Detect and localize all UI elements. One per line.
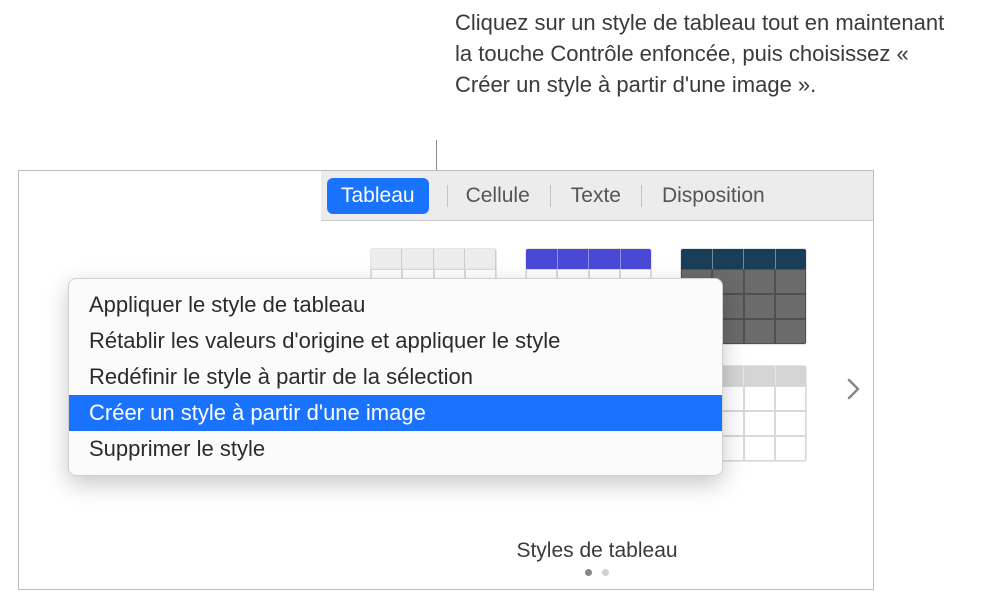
menu-reset-style[interactable]: Rétablir les valeurs d'origine et appliq… bbox=[69, 323, 722, 359]
tab-separator bbox=[641, 185, 642, 207]
callout-instruction: Cliquez sur un style de tableau tout en … bbox=[455, 8, 955, 100]
inspector-tabs: Tableau Cellule Texte Disposition bbox=[321, 171, 873, 221]
menu-delete-style[interactable]: Supprimer le style bbox=[69, 431, 722, 467]
table-styles-label: Styles de tableau bbox=[321, 539, 873, 563]
pager-dot-active[interactable] bbox=[585, 569, 592, 576]
tab-separator bbox=[550, 185, 551, 207]
style-pager bbox=[321, 563, 873, 581]
menu-create-from-image[interactable]: Créer un style à partir d'une image bbox=[69, 395, 722, 431]
chevron-right-icon[interactable] bbox=[847, 376, 861, 407]
tab-tableau[interactable]: Tableau bbox=[327, 178, 429, 214]
tab-texte[interactable]: Texte bbox=[571, 180, 621, 212]
pager-dot-inactive[interactable] bbox=[602, 569, 609, 576]
menu-redefine-style[interactable]: Redéfinir le style à partir de la sélect… bbox=[69, 359, 722, 395]
tab-cellule[interactable]: Cellule bbox=[466, 180, 530, 212]
tab-disposition[interactable]: Disposition bbox=[662, 180, 765, 212]
context-menu: Appliquer le style de tableau Rétablir l… bbox=[68, 278, 723, 476]
menu-apply-style[interactable]: Appliquer le style de tableau bbox=[69, 287, 722, 323]
tab-separator bbox=[447, 185, 448, 207]
